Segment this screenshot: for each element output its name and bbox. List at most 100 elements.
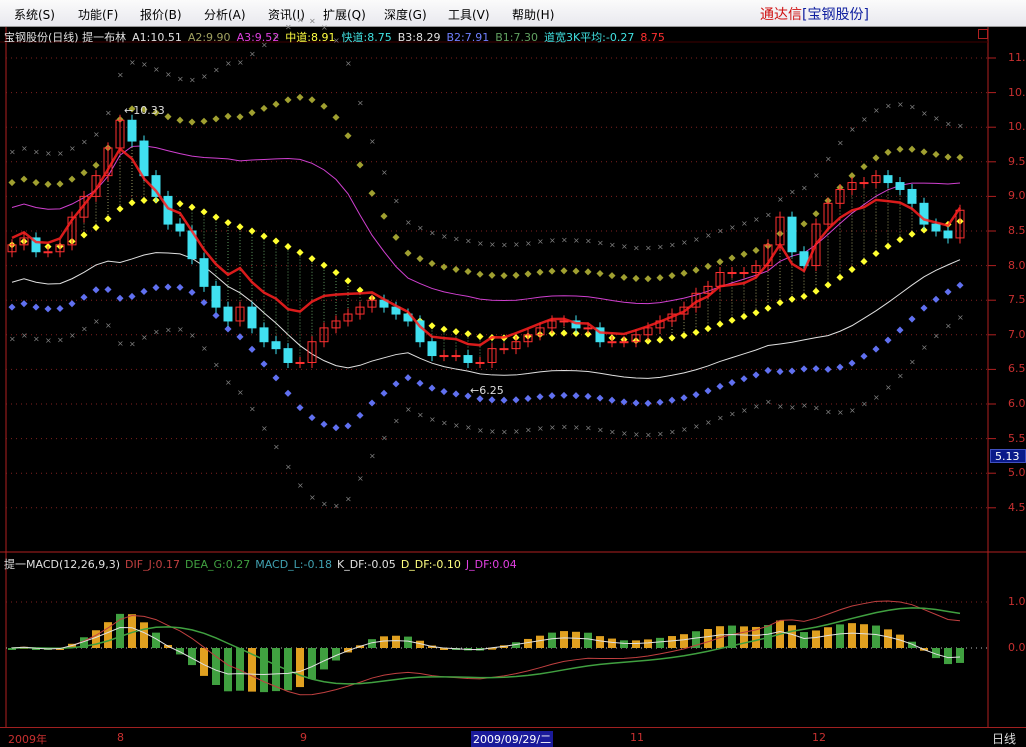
lower-band <box>32 303 40 311</box>
outer-lower-band: × <box>393 417 400 426</box>
outer-lower-band: × <box>333 501 340 510</box>
outer-lower-band: × <box>321 500 328 509</box>
outer-lower-band: × <box>921 343 928 352</box>
macd-bar <box>224 648 232 692</box>
outer-upper-band: × <box>945 119 952 128</box>
outer-lower-band: × <box>309 493 316 502</box>
outer-upper-band: × <box>69 144 76 153</box>
outer-upper-band: × <box>669 240 676 249</box>
lower-band <box>452 390 460 398</box>
middle-band <box>104 215 112 223</box>
outer-upper-band: × <box>405 218 412 227</box>
outer-lower-band: × <box>609 427 616 436</box>
outer-lower-band: × <box>165 326 172 335</box>
middle-band <box>80 231 88 239</box>
lower-band <box>320 420 328 428</box>
price-chart[interactable]: × × × × × × × × × × × × × × × × × × × × × × × × × × × × × × × × × × × × × × × ×… <box>0 0 1026 727</box>
macd-legend-item: J_DF:0.04 <box>465 558 517 571</box>
upper-band <box>956 153 964 161</box>
outer-upper-band: × <box>81 138 88 147</box>
outer-lower-band: × <box>69 331 76 340</box>
middle-band <box>776 299 784 307</box>
upper-band <box>368 189 376 197</box>
month-label: 12 <box>812 731 826 744</box>
legend-item: B2:7.91 <box>446 31 490 44</box>
outer-lower-band: × <box>465 423 472 432</box>
upper-band <box>176 116 184 124</box>
outer-lower-band: × <box>297 481 304 490</box>
candle-body <box>475 361 485 364</box>
macd-bar <box>836 624 844 648</box>
macd-bar <box>200 648 208 676</box>
maximize-pane-button[interactable] <box>978 29 988 39</box>
outer-upper-band: × <box>117 71 124 80</box>
macd-bar <box>380 636 388 648</box>
macd-bar <box>404 636 412 648</box>
macd-bar <box>740 626 748 648</box>
middle-band <box>344 277 352 285</box>
upper-band <box>308 96 316 104</box>
upper-band <box>404 249 412 257</box>
macd-bar <box>296 648 304 688</box>
outer-lower-band: × <box>645 430 652 439</box>
b3-line <box>11 252 961 379</box>
outer-upper-band: × <box>105 108 112 117</box>
upper-band <box>248 109 256 117</box>
legend-item: 中道:8.91 <box>285 31 336 44</box>
upper-band <box>392 233 400 241</box>
outer-lower-band: × <box>681 425 688 434</box>
outer-upper-band: × <box>909 103 916 112</box>
lower-band <box>944 288 952 296</box>
upper-band <box>668 272 676 280</box>
candle-body <box>259 327 269 343</box>
upper-band <box>800 220 808 228</box>
middle-band <box>788 295 796 303</box>
outer-lower-band: × <box>453 421 460 430</box>
outer-lower-band: × <box>849 406 856 415</box>
outer-lower-band: × <box>513 427 520 436</box>
upper-band <box>272 100 280 108</box>
legend-item: A1:10.51 <box>132 31 182 44</box>
macd-legend-item: K_DF:-0.05 <box>336 558 396 571</box>
period-button[interactable]: 日线 <box>992 730 1017 747</box>
legend-item: 道宽3K平均:-0.27 <box>543 31 635 44</box>
upper-band <box>716 258 724 266</box>
candle-body <box>427 341 437 357</box>
outer-upper-band: × <box>573 236 580 245</box>
upper-band <box>512 271 520 279</box>
upper-band <box>812 210 820 218</box>
upper-band <box>260 104 268 112</box>
legend-item: 快道:8.75 <box>341 31 392 44</box>
outer-upper-band: × <box>645 244 652 253</box>
outer-lower-band: × <box>957 313 964 322</box>
lower-band <box>836 363 844 371</box>
macd-bar <box>788 625 796 648</box>
outer-upper-band: × <box>885 101 892 110</box>
outer-upper-band: × <box>381 168 388 177</box>
lower-band <box>644 399 652 407</box>
lower-band <box>416 379 424 387</box>
outer-lower-band: × <box>285 463 292 472</box>
price-tick-label: 10.0 <box>1008 120 1026 134</box>
outer-upper-band: × <box>21 144 28 153</box>
macd-bar <box>944 648 952 665</box>
lower-band <box>152 284 160 292</box>
middle-band <box>308 255 316 263</box>
outer-upper-band: × <box>897 100 904 109</box>
lower-band <box>296 404 304 412</box>
legend-item: 宝钢股份(日线) 提一布林 <box>4 31 127 44</box>
outer-upper-band: × <box>309 16 316 25</box>
legend-item: A3:9.52 <box>236 31 280 44</box>
upper-band <box>632 274 640 282</box>
candle-body <box>859 182 869 185</box>
month-label: 11 <box>630 731 644 744</box>
outer-lower-band: × <box>861 400 868 409</box>
outer-lower-band: × <box>561 422 568 431</box>
upper-band <box>944 153 952 161</box>
outer-upper-band: × <box>189 75 196 84</box>
lower-band <box>404 374 412 382</box>
lower-band <box>884 336 892 344</box>
date-axis: 2009年 8 9 2009/09/29/二 11 12 日线 <box>0 727 1026 747</box>
lower-band <box>236 333 244 341</box>
middle-band <box>872 249 880 258</box>
